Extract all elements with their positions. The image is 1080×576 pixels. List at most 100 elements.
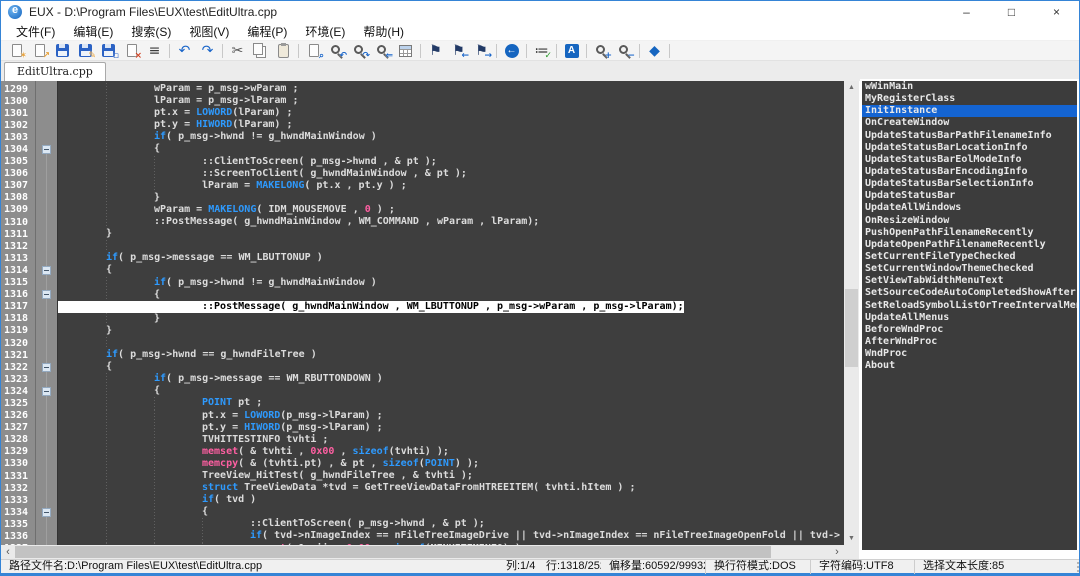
code-line[interactable]: 1299wParam = p_msg->wParam ; bbox=[1, 83, 844, 95]
code-line[interactable]: 1306::ScreenToClient( g_hwndMainWindow ,… bbox=[1, 168, 844, 180]
prev-bookmark-icon[interactable]: ⚑← bbox=[447, 42, 470, 60]
code-line[interactable]: 1334{ bbox=[1, 506, 844, 518]
menu-item-file[interactable]: 文件(F) bbox=[7, 22, 64, 41]
code-line[interactable]: 1302pt.y = HIWORD(lParam) ; bbox=[1, 119, 844, 131]
find-previous-icon[interactable]: ↶ bbox=[325, 42, 348, 60]
symbol-item[interactable]: UpdateStatusBarSelectionInfo bbox=[862, 178, 1077, 190]
find-next-icon[interactable]: ↷ bbox=[348, 42, 371, 60]
cut-icon[interactable]: ✂ bbox=[226, 42, 249, 60]
next-bookmark-icon[interactable]: ⚑→ bbox=[470, 42, 493, 60]
code-line[interactable]: 1327pt.y = HIWORD(p_msg->lParam) ; bbox=[1, 422, 844, 434]
symbol-item[interactable]: BeforeWndProc bbox=[862, 324, 1077, 336]
symbol-item[interactable]: SetCurrentWindowThemeChecked bbox=[862, 263, 1077, 275]
fold-marker-icon[interactable] bbox=[42, 387, 51, 396]
new-file-icon[interactable]: ✶ bbox=[5, 42, 28, 60]
undo-icon[interactable]: ↶ bbox=[173, 42, 196, 60]
paste-icon[interactable] bbox=[272, 42, 295, 60]
code-line[interactable]: 1319} bbox=[1, 325, 844, 337]
scroll-down-arrow-icon[interactable]: ▼ bbox=[844, 532, 859, 545]
symbol-item[interactable]: InitInstance bbox=[862, 105, 1077, 117]
save-icon[interactable] bbox=[51, 42, 74, 60]
symbol-item[interactable]: PushOpenPathFilenameRecently bbox=[862, 227, 1077, 239]
code-line[interactable]: 1322{ bbox=[1, 361, 844, 373]
symbol-item[interactable]: AfterWndProc bbox=[862, 336, 1077, 348]
about-icon[interactable]: ◆ bbox=[643, 42, 666, 60]
check-list-icon[interactable]: ≔✓ bbox=[530, 42, 553, 60]
redo-icon[interactable]: ↷ bbox=[196, 42, 219, 60]
code-line[interactable]: 1328TVHITTESTINFO tvhti ; bbox=[1, 434, 844, 446]
menu-item-edit[interactable]: 编辑(E) bbox=[64, 22, 122, 41]
code-line[interactable]: 1333if( tvd ) bbox=[1, 494, 844, 506]
code-line[interactable]: 1330memcpy( & (tvhti.pt) , & pt , sizeof… bbox=[1, 458, 844, 470]
code-line[interactable]: 1320 bbox=[1, 337, 844, 349]
symbol-item[interactable]: UpdateStatusBarPathFilenameInfo bbox=[862, 130, 1077, 142]
symbol-item[interactable]: WndProc bbox=[862, 348, 1077, 360]
code-line[interactable]: 1323if( p_msg->message == WM_RBUTTONDOWN… bbox=[1, 373, 844, 385]
tab-editultra[interactable]: EditUltra.cpp bbox=[4, 62, 106, 81]
zoom-in-icon[interactable]: + bbox=[590, 42, 613, 60]
code-line[interactable]: 1311} bbox=[1, 228, 844, 240]
code-line[interactable]: 1329memset( & tvhti , 0x00 , sizeof(tvht… bbox=[1, 446, 844, 458]
back-icon[interactable]: ← bbox=[500, 42, 523, 60]
fold-marker-icon[interactable] bbox=[42, 363, 51, 372]
symbol-item[interactable]: SetCurrentFileTypeChecked bbox=[862, 251, 1077, 263]
code-line[interactable]: 1313if( p_msg->message == WM_LBUTTONUP ) bbox=[1, 252, 844, 264]
syntax-color-icon[interactable]: A bbox=[560, 42, 583, 60]
code-line[interactable]: 1315if( p_msg->hwnd != g_hwndMainWindow … bbox=[1, 277, 844, 289]
code-line[interactable]: 1325POINT pt ; bbox=[1, 397, 844, 409]
code-line[interactable]: 1303if( p_msg->hwnd != g_hwndMainWindow … bbox=[1, 131, 844, 143]
horizontal-scroll-thumb[interactable] bbox=[15, 546, 771, 558]
scroll-up-arrow-icon[interactable]: ▲ bbox=[844, 81, 859, 94]
menu-item-program[interactable]: 编程(P) bbox=[238, 22, 296, 41]
code-line[interactable]: 1324{ bbox=[1, 385, 844, 397]
fold-marker-icon[interactable] bbox=[42, 508, 51, 517]
symbol-item[interactable]: UpdateStatusBarLocationInfo bbox=[862, 142, 1077, 154]
copy-icon[interactable] bbox=[249, 42, 272, 60]
vertical-scroll-thumb[interactable] bbox=[845, 289, 858, 367]
fold-marker-icon[interactable] bbox=[42, 266, 51, 275]
open-file-icon[interactable]: ↗ bbox=[28, 42, 51, 60]
file-list-icon[interactable]: ≡ bbox=[143, 42, 166, 60]
code-line[interactable]: 1307lParam = MAKELONG( pt.x , pt.y ) ; bbox=[1, 180, 844, 192]
fold-marker-icon[interactable] bbox=[42, 145, 51, 154]
code-line[interactable]: 1305::ClientToScreen( p_msg->hwnd , & pt… bbox=[1, 156, 844, 168]
vertical-scrollbar[interactable]: ▲ ▼ bbox=[844, 81, 859, 545]
code-line[interactable]: 1304{ bbox=[1, 143, 844, 155]
replace-icon[interactable]: ⇐ bbox=[371, 42, 394, 60]
save-as-icon[interactable]: ✎ bbox=[74, 42, 97, 60]
code-line[interactable]: 1331TreeView_HitTest( g_hwndFileTree , &… bbox=[1, 470, 844, 482]
code-line[interactable]: 1317::PostMessage( g_hwndMainWindow , WM… bbox=[1, 301, 844, 313]
symbol-item[interactable]: MyRegisterClass bbox=[862, 93, 1077, 105]
scroll-right-arrow-icon[interactable]: › bbox=[830, 545, 844, 559]
zoom-out-icon[interactable]: − bbox=[613, 42, 636, 60]
menu-item-view[interactable]: 视图(V) bbox=[180, 22, 238, 41]
code-line[interactable]: 1310::PostMessage( g_hwndMainWindow , WM… bbox=[1, 216, 844, 228]
code-line[interactable]: 1318} bbox=[1, 313, 844, 325]
code-line[interactable]: 1326pt.x = LOWORD(p_msg->lParam) ; bbox=[1, 410, 844, 422]
symbol-item[interactable]: SetSourceCodeAutoCompletedShowAfter bbox=[862, 287, 1077, 299]
code-line[interactable]: 1309wParam = MAKELONG( IDM_MOUSEMOVE , 0… bbox=[1, 204, 844, 216]
replace-all-icon[interactable] bbox=[394, 42, 417, 60]
horizontal-scrollbar[interactable]: ‹ › bbox=[1, 545, 859, 559]
symbol-item[interactable]: OnResizeWindow bbox=[862, 215, 1077, 227]
code-line[interactable]: 1332struct TreeViewData *tvd = GetTreeVi… bbox=[1, 482, 844, 494]
code-line[interactable]: 1300lParam = p_msg->lParam ; bbox=[1, 95, 844, 107]
code-line[interactable]: 1321if( p_msg->hwnd == g_hwndFileTree ) bbox=[1, 349, 844, 361]
resize-grip[interactable] bbox=[1069, 562, 1079, 572]
fold-marker-icon[interactable] bbox=[42, 290, 51, 299]
maximize-button[interactable]: □ bbox=[989, 1, 1034, 23]
symbol-item[interactable]: UpdateAllWindows bbox=[862, 202, 1077, 214]
symbol-item[interactable]: UpdateAllMenus bbox=[862, 312, 1077, 324]
menu-item-search[interactable]: 搜索(S) bbox=[122, 22, 180, 41]
symbol-item[interactable]: About bbox=[862, 360, 1077, 372]
code-line[interactable]: 1335::ClientToScreen( p_msg->hwnd , & pt… bbox=[1, 518, 844, 530]
symbol-item[interactable]: UpdateStatusBarEncodingInfo bbox=[862, 166, 1077, 178]
code-line[interactable]: 1336if( tvd->nImageIndex == nFileTreeIma… bbox=[1, 530, 844, 542]
symbol-item[interactable]: SetReloadSymbolListOrTreeIntervalMen bbox=[862, 300, 1077, 312]
code-line[interactable]: 1316{ bbox=[1, 289, 844, 301]
code-line[interactable]: 1301pt.x = LOWORD(lParam) ; bbox=[1, 107, 844, 119]
symbol-item[interactable]: UpdateStatusBar bbox=[862, 190, 1077, 202]
close-button[interactable]: × bbox=[1034, 1, 1079, 23]
symbol-item[interactable]: OnCreateWindow bbox=[862, 117, 1077, 129]
symbol-item[interactable]: wWinMain bbox=[862, 81, 1077, 93]
